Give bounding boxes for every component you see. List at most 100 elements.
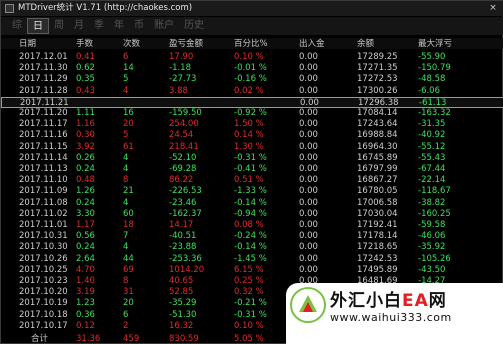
cell-flow: 0.00	[299, 63, 318, 74]
cell-count: 69	[123, 264, 134, 275]
cell-lots: 1.23	[76, 298, 95, 309]
table-row[interactable]: 2017.10.30 0.24 4 -23.88 -0.14 % 0.00 17218.65…	[1, 242, 503, 253]
table-row[interactable]: 2017.11.20 1.11 16 -159.50 -0.92 % 0.00 17084.…	[1, 108, 503, 119]
tab-7[interactable]: 账户	[149, 18, 179, 34]
tab-4[interactable]: 季	[89, 18, 109, 34]
column-header[interactable]: 手数	[76, 38, 93, 51]
cell-pct: 0.10 %	[234, 320, 264, 331]
cell-maxdd: -105.26	[418, 253, 451, 264]
cell-count: 20	[123, 298, 134, 309]
cell-count: 21	[123, 186, 134, 197]
cell-pct: -0.14 %	[234, 242, 267, 253]
table-row[interactable]: 2017.12.01 0.41 6 17.90 0.10 % 0.00 17289.25 -5…	[1, 52, 503, 63]
cell-flow: 0.00	[299, 152, 318, 163]
table-row[interactable]: 2017.11.29 0.35 5 -27.73 -0.16 % 0.00 17272.53…	[1, 74, 503, 85]
column-header[interactable]: 最大浮亏	[418, 38, 452, 51]
cell-pnl: 52.85	[169, 287, 194, 298]
cell-flow: 0.00	[299, 253, 318, 264]
cell-balance: 17192.41	[357, 220, 398, 230]
tab-8[interactable]: 历史	[179, 18, 209, 34]
table-row[interactable]: 2017.11.15 3.92 61 218.41 1.30 % 0.00 16964.30…	[1, 142, 503, 153]
cell-flow: 0.00	[299, 231, 318, 242]
cell-count: 31	[123, 287, 134, 298]
tab-3[interactable]: 月	[69, 18, 89, 34]
cell-lots: 1.40	[76, 276, 95, 286]
cell-count: 60	[123, 208, 134, 219]
cell-pct: 0.25 %	[234, 276, 264, 286]
mtdriver-window: MTDriver统计 V1.71 (http://chaokes.com) × …	[0, 0, 503, 344]
cell-count: 20	[123, 119, 134, 130]
cell-count: 44	[123, 253, 134, 264]
column-header[interactable]: 出入金	[299, 38, 325, 51]
tab-0[interactable]: 综	[7, 18, 27, 34]
cell-lots: 0.43	[76, 85, 95, 96]
table-row[interactable]: 2017.11.13 0.24 4 -69.28 -0.41 % 0.00 16797.99…	[1, 164, 503, 175]
cell-pct: -0.41 %	[234, 164, 267, 174]
table-row[interactable]: 2017.11.17 1.16 20 254.00 1.50 % 0.00 17243.64…	[1, 119, 503, 130]
cell-pnl: 16.32	[169, 320, 194, 331]
cell-pct: 1.50 %	[234, 119, 264, 130]
table-row[interactable]: 2017.11.01 1.17 18 14.17 0.08 % 0.00 17192.41 -…	[1, 220, 503, 231]
column-header[interactable]: 次数	[123, 38, 140, 51]
cell-maxdd: -160.25	[418, 208, 451, 219]
watermark-logo: 外汇小白EA网 www.waihui333.com	[286, 283, 503, 344]
cell-lots: 0.35	[76, 74, 95, 85]
cell-lots: 0.26	[76, 152, 95, 163]
cell-flow: 0.00	[299, 52, 318, 62]
cell-pct: -0.14 %	[234, 197, 267, 208]
cell-date: 2017.10.19	[19, 298, 68, 309]
cell-maxdd: -48.58	[418, 74, 446, 85]
tab-1[interactable]: 日	[27, 18, 49, 34]
cell-pct: 0.02 %	[234, 85, 264, 96]
cell-maxdd: -150.79	[418, 63, 451, 74]
cell-lots: 0.12	[76, 320, 95, 331]
cell-maxdd: -55.12	[418, 141, 446, 152]
cell-flow: 0.00	[299, 197, 318, 208]
tab-6[interactable]: 币	[129, 18, 149, 34]
cell-lots: 0.36	[76, 309, 95, 320]
cell-count: 4	[123, 85, 129, 96]
cell-maxdd: -163.32	[418, 108, 451, 118]
cell-pct: -0.01 %	[234, 63, 267, 74]
table-row[interactable]: 2017.11.10 0.48 8 86.22 0.51 % 0.00 16867.27 -2…	[1, 175, 503, 186]
window-title: MTDriver统计 V1.71 (http://chaokes.com)	[18, 3, 193, 13]
cell-maxdd: -46.06	[418, 231, 446, 242]
cell-pct: 0.32 %	[234, 287, 264, 298]
cell-lots: 1.26	[76, 186, 95, 197]
cell-count: 4	[123, 197, 129, 208]
tab-5[interactable]: 年	[109, 18, 129, 34]
cell-lots: 0.24	[76, 197, 95, 208]
table-row[interactable]: 2017.10.26 2.64 44 -253.36 -1.45 % 0.00 17242.…	[1, 254, 503, 265]
table-row[interactable]: 2017.11.08 0.24 4 -23.46 -0.14 % 0.00 17006.58…	[1, 198, 503, 209]
close-icon[interactable]: ×	[486, 2, 500, 14]
cell-balance: 17006.58	[357, 197, 398, 208]
table-row[interactable]: 2017.11.14 0.26 4 -52.10 -0.31 % 0.00 16745.89…	[1, 153, 503, 164]
table-row[interactable]: 2017.11.09 1.26 21 -226.53 -1.33 % 0.00 16780.…	[1, 186, 503, 197]
cell-pct: -0.92 %	[234, 108, 267, 118]
cell-pnl: -23.88	[169, 242, 197, 253]
table-row[interactable]: 2017.11.30 0.62 14 -1.18 -0.01 % 0.00 17271.35…	[1, 63, 503, 74]
cell-pnl: 17.90	[169, 52, 194, 62]
cell-date: 2017.11.20	[19, 108, 68, 118]
cell-balance: 16745.89	[357, 152, 398, 163]
cell-maxdd: -55.90	[418, 52, 446, 62]
table-row[interactable]: 2017.11.28 0.43 4 3.88 0.02 % 0.00 17300.26 -6.…	[1, 86, 503, 97]
total-count: 459	[123, 334, 140, 344]
table-row[interactable]: 2017.11.21 0.00 17296.38 -61.13	[1, 96, 503, 108]
cell-lots: 0.62	[76, 63, 95, 74]
cell-balance: 17272.53	[357, 74, 398, 85]
table-row[interactable]: 2017.11.16 0.30 5 24.54 0.14 % 0.00 16988.84 -4…	[1, 130, 503, 141]
column-header[interactable]: 余额	[357, 38, 374, 51]
table-row[interactable]: 2017.10.31 0.56 7 -40.51 -0.24 % 0.00 17178.14…	[1, 231, 503, 242]
column-header[interactable]: 盈亏金额	[169, 38, 203, 51]
cell-maxdd: -6.06	[418, 85, 440, 96]
cell-lots: 1.16	[76, 119, 95, 130]
table-row[interactable]: 2017.11.02 3.30 60 -162.37 -0.94 % 0.00 17030.…	[1, 209, 503, 220]
table-row[interactable]: 2017.10.25 4.70 69 1014.20 6.15 % 0.00 17495.8…	[1, 265, 503, 276]
column-header[interactable]: 百分比%	[234, 38, 268, 51]
cell-pct: -1.45 %	[234, 253, 267, 264]
cell-pct: 0.14 %	[234, 130, 264, 141]
column-header[interactable]: 日期	[19, 38, 36, 51]
cell-flow: 0.00	[299, 242, 318, 253]
tab-2[interactable]: 周	[49, 18, 69, 34]
